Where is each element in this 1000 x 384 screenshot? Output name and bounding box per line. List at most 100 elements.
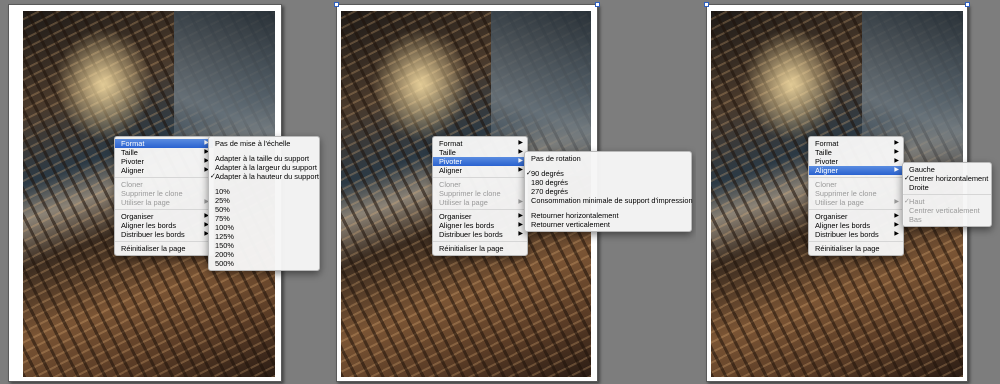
menu-separator bbox=[809, 209, 903, 210]
menu-item-75[interactable]: 75% bbox=[209, 214, 319, 223]
menu-item-taille[interactable]: Taille ▶ bbox=[115, 148, 213, 157]
menu-item-label: Cloner bbox=[121, 180, 143, 189]
selection-handle[interactable] bbox=[595, 2, 600, 7]
menu-item-aligner-les-bords[interactable]: Aligner les bords ▶ bbox=[809, 221, 903, 230]
menu-item-label: 50% bbox=[215, 205, 230, 214]
menu-item-format[interactable]: Format ▶ bbox=[433, 139, 527, 148]
menu-item-label: Pas de rotation bbox=[531, 154, 581, 163]
menu-item-200[interactable]: 200% bbox=[209, 250, 319, 259]
menu-item-label: Format bbox=[439, 139, 463, 148]
menu-item-aligner[interactable]: Aligner ▶ bbox=[115, 166, 213, 175]
menu-item-label: 125% bbox=[215, 232, 234, 241]
menu-item-distribuer-les-bords[interactable]: Distribuer les bords ▶ bbox=[809, 230, 903, 239]
menu-item-organiser[interactable]: Organiser ▶ bbox=[433, 212, 527, 221]
panel-format: Format ▶ Taille ▶ Pivoter ▶ Aligner ▶ Cloner Supp… bbox=[0, 0, 326, 384]
menu-item-label: Adapter à la largeur du support bbox=[215, 163, 317, 172]
menu-item-adapter-a-la-largeur-du-support[interactable]: Adapter à la largeur du support bbox=[209, 163, 319, 172]
menu-item-label: Réinitialiser la page bbox=[439, 244, 504, 253]
menu-item-label: Distribuer les bords bbox=[121, 230, 185, 239]
checkmark-icon: ✓ bbox=[526, 170, 532, 177]
menu-item-bas: Bas bbox=[903, 215, 991, 224]
menu-item-label: 500% bbox=[215, 259, 234, 268]
context-menu: Format ▶ Taille ▶ Pivoter ▶ Aligner ▶ Cloner Supp… bbox=[432, 136, 528, 256]
menu-item-format[interactable]: Format ▶ bbox=[115, 139, 213, 148]
submenu-arrow-icon: ▶ bbox=[518, 199, 523, 205]
selection-handle[interactable] bbox=[334, 2, 339, 7]
menu-item-supprimer-le-clone: Supprimer le clone bbox=[433, 189, 527, 198]
menu-item-90-degres[interactable]: ✓ 90 degrés bbox=[525, 169, 691, 178]
selection-handle[interactable] bbox=[965, 2, 970, 7]
context-menu: Format ▶ Taille ▶ Pivoter ▶ Aligner ▶ Cloner Supp… bbox=[808, 136, 904, 256]
context-menu: Format ▶ Taille ▶ Pivoter ▶ Aligner ▶ Cloner Supp… bbox=[114, 136, 214, 256]
menu-item-taille[interactable]: Taille ▶ bbox=[433, 148, 527, 157]
menu-item-pivoter[interactable]: Pivoter ▶ bbox=[809, 157, 903, 166]
selection-handle[interactable] bbox=[704, 2, 709, 7]
menu-item-gauche[interactable]: Gauche bbox=[903, 165, 991, 174]
pivoter-submenu: Pas de rotation ✓ 90 degrés 180 degrés 270 d… bbox=[524, 151, 693, 232]
menu-item-label: Aligner les bords bbox=[815, 221, 871, 230]
menu-item-label: Consommation minimale de support d'impre… bbox=[531, 196, 693, 205]
menu-item-droite[interactable]: Droite bbox=[903, 183, 991, 192]
menu-item-aligner-les-bords[interactable]: Aligner les bords ▶ bbox=[115, 221, 213, 230]
menu-item-125[interactable]: 125% bbox=[209, 232, 319, 241]
menu-item-taille[interactable]: Taille ▶ bbox=[809, 148, 903, 157]
menu-item-label: Distribuer les bords bbox=[439, 230, 503, 239]
submenu-arrow-icon: ▶ bbox=[518, 140, 523, 146]
menu-item-aligner[interactable]: Aligner ▶ bbox=[433, 166, 527, 175]
menu-item-50[interactable]: 50% bbox=[209, 205, 319, 214]
menu-item-pivoter[interactable]: Pivoter ▶ bbox=[115, 157, 213, 166]
menu-item-label: 25% bbox=[215, 196, 230, 205]
menu-item-10[interactable]: 10% bbox=[209, 187, 319, 196]
menu-item-label: Pivoter bbox=[439, 157, 463, 166]
submenu-arrow-icon: ▶ bbox=[518, 158, 523, 164]
menu-item-pas-de-rotation[interactable]: Pas de rotation bbox=[525, 154, 691, 163]
submenu-arrow-icon: ▶ bbox=[518, 167, 523, 173]
menu-item-organiser[interactable]: Organiser ▶ bbox=[115, 212, 213, 221]
menu-item-label: Adapter à la hauteur du support bbox=[215, 172, 319, 181]
menu-item-pivoter[interactable]: Pivoter ▶ bbox=[433, 157, 527, 166]
menu-item-consommation-minimale-de-support-d-impression[interactable]: Consommation minimale de support d'impre… bbox=[525, 196, 693, 205]
menu-item-label: Réinitialiser la page bbox=[815, 244, 880, 253]
menu-item-adapter-a-la-hauteur-du-support[interactable]: ✓ Adapter à la hauteur du support bbox=[209, 172, 319, 181]
menu-item-150[interactable]: 150% bbox=[209, 241, 319, 250]
menu-item-label: Taille bbox=[815, 148, 832, 157]
menu-item-supprimer-le-clone: Supprimer le clone bbox=[809, 189, 903, 198]
menu-item-label: Organiser bbox=[439, 212, 472, 221]
menu-item-format[interactable]: Format ▶ bbox=[809, 139, 903, 148]
menu-item-label: Aligner les bords bbox=[121, 221, 177, 230]
menu-item-270-degres[interactable]: 270 degrés bbox=[525, 187, 691, 196]
menu-item-distribuer-les-bords[interactable]: Distribuer les bords ▶ bbox=[433, 230, 527, 239]
menu-item-distribuer-les-bords[interactable]: Distribuer les bords ▶ bbox=[115, 230, 213, 239]
menu-item-label: 90 degrés bbox=[531, 169, 564, 178]
menu-item-adapter-a-la-taille-du-support[interactable]: Adapter à la taille du support bbox=[209, 154, 319, 163]
menu-item-label: 180 degrés bbox=[531, 178, 568, 187]
submenu-arrow-icon: ▶ bbox=[518, 231, 523, 237]
menu-item-25[interactable]: 25% bbox=[209, 196, 319, 205]
menu-item-label: Aligner bbox=[121, 166, 145, 175]
aligner-submenu: Gauche ✓ Centrer horizontalement Droite ✓ Hau… bbox=[902, 162, 992, 227]
menu-item-organiser[interactable]: Organiser ▶ bbox=[809, 212, 903, 221]
menu-item-aligner[interactable]: Aligner ▶ bbox=[809, 166, 903, 175]
menu-item-label: Réinitialiser la page bbox=[121, 244, 186, 253]
checkmark-icon: ✓ bbox=[904, 175, 910, 182]
menu-separator bbox=[809, 241, 903, 242]
menu-item-reinitialiser-la-page[interactable]: Réinitialiser la page bbox=[809, 244, 903, 253]
menu-item-retourner-horizontalement[interactable]: Retourner horizontalement bbox=[525, 211, 691, 220]
menu-item-label: Retourner verticalement bbox=[531, 220, 610, 229]
menu-item-reinitialiser-la-page[interactable]: Réinitialiser la page bbox=[433, 244, 527, 253]
menu-item-label: Format bbox=[815, 139, 839, 148]
menu-item-100[interactable]: 100% bbox=[209, 223, 319, 232]
checkmark-icon: ✓ bbox=[210, 173, 216, 180]
menu-item-label: Pas de mise à l'échelle bbox=[215, 139, 291, 148]
menu-item-centrer-horizontalement[interactable]: ✓ Centrer horizontalement bbox=[903, 174, 991, 183]
menu-item-reinitialiser-la-page[interactable]: Réinitialiser la page bbox=[115, 244, 213, 253]
menu-item-retourner-verticalement[interactable]: Retourner verticalement bbox=[525, 220, 691, 229]
menu-item-utiliser-la-page: Utiliser la page ▶ bbox=[115, 198, 213, 207]
menu-item-180-degres[interactable]: 180 degrés bbox=[525, 178, 691, 187]
menu-item-pas-de-mise-a-l-echelle[interactable]: Pas de mise à l'échelle bbox=[209, 139, 319, 148]
submenu-arrow-icon: ▶ bbox=[894, 199, 899, 205]
menu-item-aligner-les-bords[interactable]: Aligner les bords ▶ bbox=[433, 221, 527, 230]
submenu-arrow-icon: ▶ bbox=[894, 213, 899, 219]
menu-item-500[interactable]: 500% bbox=[209, 259, 319, 268]
menu-item-label: 10% bbox=[215, 187, 230, 196]
